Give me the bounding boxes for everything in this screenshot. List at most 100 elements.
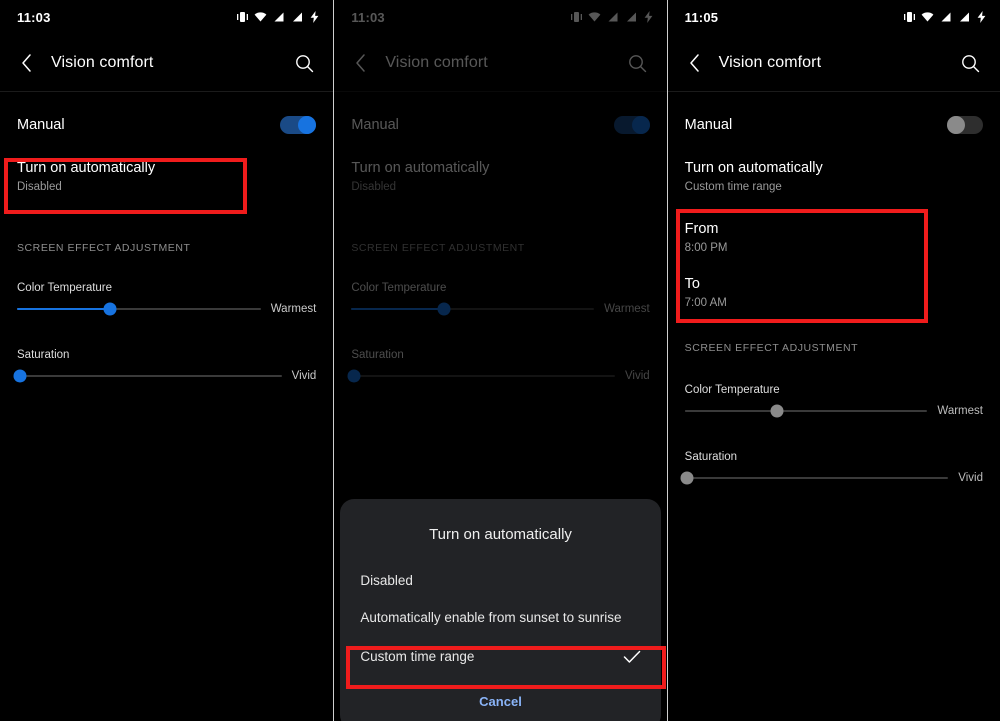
screen-effect-section-header: SCREEN EFFECT ADJUSTMENT (17, 242, 191, 254)
page-title: Vision comfort (51, 54, 154, 71)
saturation-slider[interactable] (680, 471, 949, 485)
toggle-knob (298, 116, 317, 134)
slider-thumb[interactable] (347, 369, 361, 383)
signal-alt-icon: x (959, 12, 969, 22)
status-bar: 11:03 x (0, 0, 333, 34)
signal-icon (608, 12, 618, 22)
color-temperature-slider[interactable] (17, 302, 261, 316)
checkmark-icon (623, 650, 640, 663)
color-temperature-end-label: Warmest (270, 303, 317, 315)
dialog-option-sunset-sunrise[interactable]: Automatically enable from sunset to sunr… (340, 600, 660, 636)
search-button[interactable] (291, 50, 317, 76)
app-bar: Vision comfort (667, 34, 1000, 92)
wifi-icon (254, 12, 267, 22)
manual-row[interactable]: Manual (334, 101, 666, 149)
color-temperature-slider[interactable] (351, 302, 595, 316)
slider-thumb[interactable] (437, 302, 451, 316)
from-time-row[interactable]: From 8:00 PM (668, 207, 1000, 261)
turn-on-automatically-title: Turn on automatically (684, 160, 823, 176)
saturation-slider[interactable] (13, 369, 282, 383)
status-icons: x (237, 11, 319, 23)
status-time: 11:03 (17, 9, 51, 25)
chevron-left-icon (689, 54, 699, 72)
dialog-option-label: Custom time range (360, 649, 475, 664)
search-button[interactable] (625, 50, 651, 76)
screenshot-stage: 11:03 x Vision comfort Manual Turn on au… (0, 0, 1000, 721)
panel-dialog: 11:03 x Vision comfort Manual Turn on au… (333, 0, 667, 721)
settings-content: Manual Turn on automatically Disabled SC… (334, 92, 666, 383)
from-label: From (684, 221, 719, 237)
search-icon (295, 54, 314, 72)
turn-on-automatically-value: Custom time range (684, 181, 782, 193)
settings-content: Manual Turn on automatically Custom time… (668, 92, 1000, 485)
status-time: 11:05 (684, 9, 719, 25)
dialog-option-label: Disabled (360, 573, 413, 588)
saturation-slider[interactable] (347, 369, 615, 383)
saturation-slider-row: Vivid (13, 369, 317, 383)
saturation-slider-row: Vivid (680, 471, 983, 485)
svg-text:x: x (961, 12, 964, 17)
saturation-end-label: Vivid (291, 370, 317, 382)
color-temperature-end-label: Warmest (604, 303, 650, 315)
back-button[interactable] (14, 50, 40, 76)
saturation-slider-row: Vivid (347, 369, 650, 383)
manual-row[interactable]: Manual (0, 101, 333, 149)
slider-thumb[interactable] (680, 471, 694, 485)
color-temperature-slider-row: Warmest (351, 302, 650, 316)
color-temperature-label: Color Temperature (351, 282, 447, 294)
slider-thumb[interactable] (103, 302, 117, 316)
turn-on-automatically-row[interactable]: Turn on automatically Custom time range (668, 149, 1000, 207)
signal-alt-icon: x (293, 12, 303, 22)
search-button[interactable] (958, 50, 984, 76)
screen-effect-section-header: SCREEN EFFECT ADJUSTMENT (684, 342, 859, 354)
dialog-option-disabled[interactable]: Disabled (340, 562, 660, 600)
color-temperature-slider[interactable] (684, 404, 928, 418)
manual-label: Manual (684, 117, 733, 133)
signal-icon (941, 12, 951, 22)
svg-text:x: x (295, 12, 298, 17)
wifi-icon (588, 12, 601, 22)
slider-thumb[interactable] (770, 404, 784, 418)
dialog-cancel-button[interactable]: Cancel (340, 678, 660, 717)
manual-toggle[interactable] (280, 116, 317, 134)
vibrate-icon (570, 12, 582, 22)
color-temperature-label: Color Temperature (17, 282, 113, 294)
screen-effect-section-header: SCREEN EFFECT ADJUSTMENT (351, 242, 525, 254)
color-temperature-slider-row: Warmest (684, 404, 983, 418)
manual-label: Manual (17, 117, 65, 133)
back-button[interactable] (682, 50, 708, 76)
charging-bolt-icon (644, 11, 653, 23)
manual-toggle[interactable] (946, 116, 983, 134)
status-bar: 11:03 x (334, 0, 666, 34)
chevron-left-icon (22, 54, 31, 72)
turn-on-automatically-row[interactable]: Turn on automatically Disabled (334, 149, 666, 207)
saturation-label: Saturation (17, 349, 70, 361)
status-time: 11:03 (351, 9, 385, 25)
status-bar: 11:05 x (668, 0, 1000, 34)
turn-on-automatically-value: Disabled (351, 181, 397, 193)
color-temperature-slider-block: Color Temperature Warmest (0, 282, 333, 316)
manual-row[interactable]: Manual (668, 101, 1000, 149)
back-button[interactable] (348, 50, 374, 76)
dialog-option-custom-time-range[interactable]: Custom time range (340, 636, 660, 678)
saturation-slider-block: Saturation Vivid (668, 451, 1000, 485)
page-title: Vision comfort (385, 54, 488, 71)
app-bar: Vision comfort (0, 34, 334, 92)
turn-on-automatically-dialog: Turn on automatically Disabled Automatic… (340, 499, 667, 721)
wifi-icon (921, 12, 934, 22)
dialog-option-label: Automatically enable from sunset to sunr… (360, 610, 622, 625)
app-bar: Vision comfort (334, 34, 667, 92)
signal-icon (274, 12, 284, 22)
panel-custom-range: 11:05 x Vision comfort Manual Turn on au… (666, 0, 1000, 721)
panel-initial: 11:03 x Vision comfort Manual Turn on au… (0, 0, 334, 721)
saturation-end-label: Vivid (624, 370, 650, 382)
manual-toggle[interactable] (613, 116, 650, 134)
slider-thumb[interactable] (13, 369, 27, 383)
chevron-left-icon (356, 54, 366, 72)
turn-on-automatically-title: Turn on automatically (351, 160, 490, 176)
turn-on-automatically-row[interactable]: Turn on automatically Disabled (0, 149, 333, 207)
page-title: Vision comfort (718, 54, 822, 71)
status-icons: x (570, 11, 653, 23)
status-icons: x (903, 11, 986, 23)
to-time-row[interactable]: To 7:00 AM (668, 261, 1000, 322)
